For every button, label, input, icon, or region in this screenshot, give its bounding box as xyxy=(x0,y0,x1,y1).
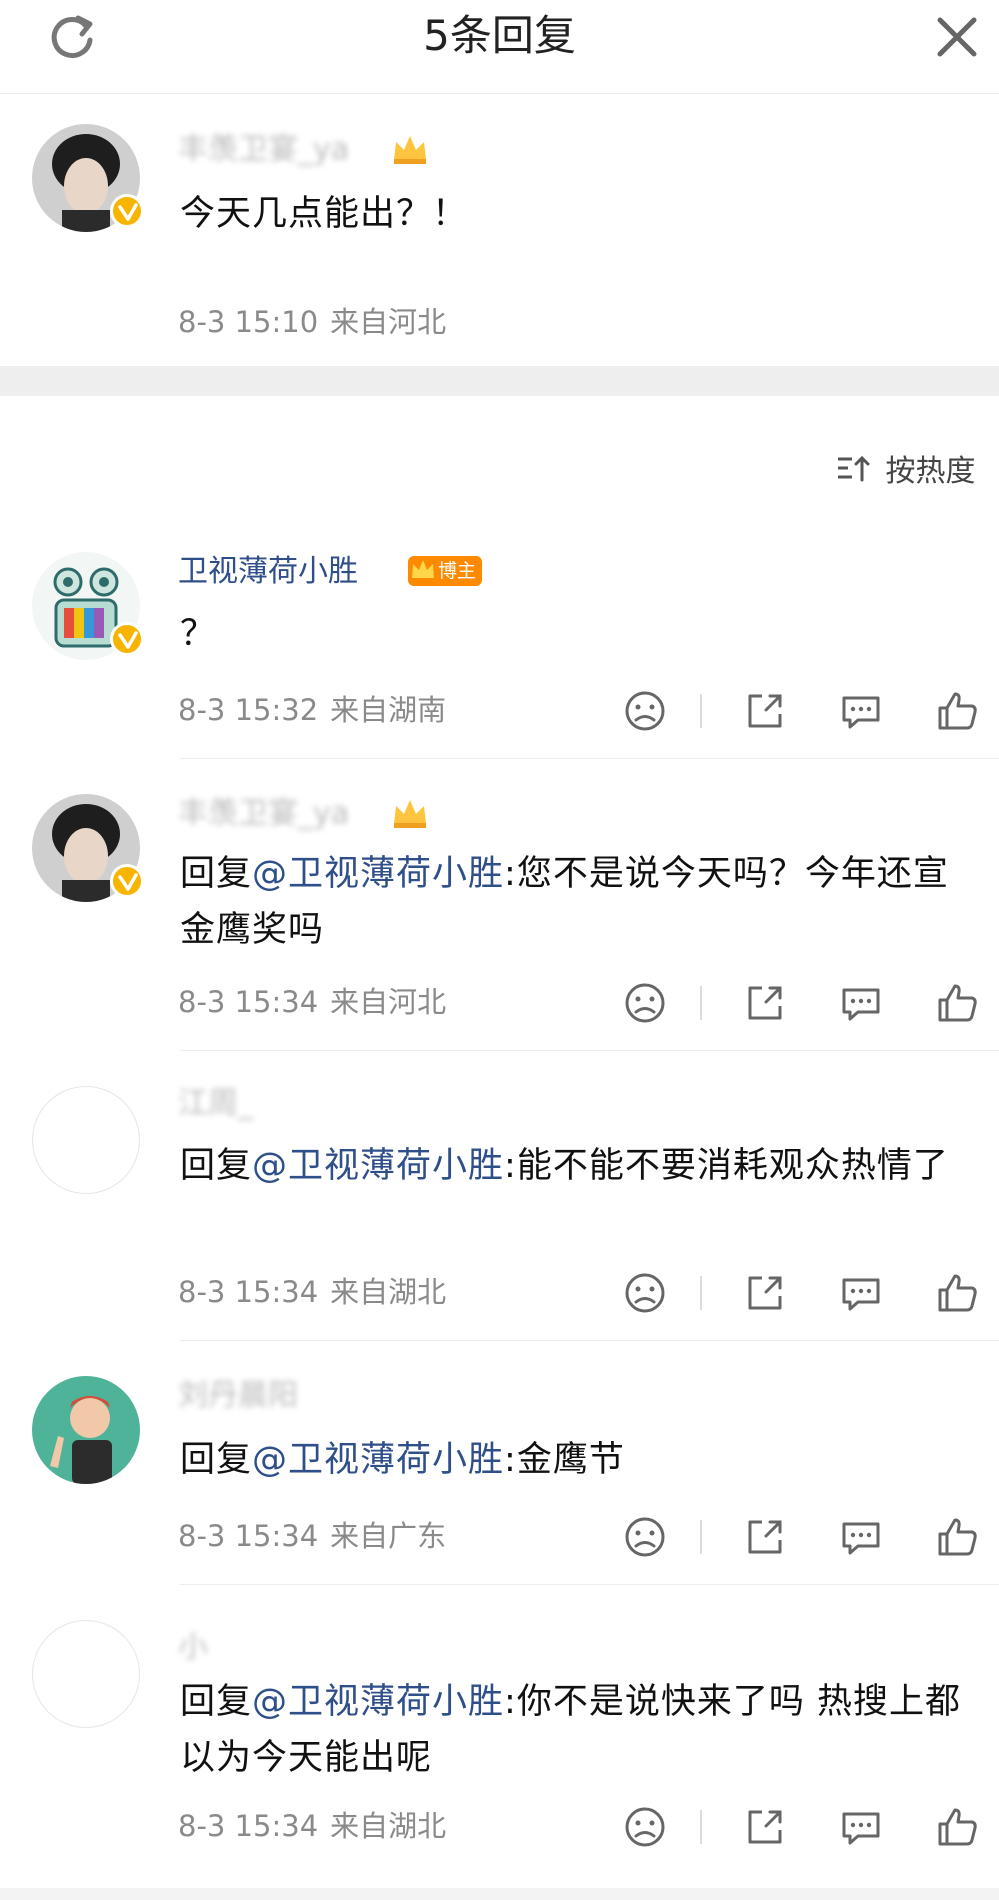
blogger-badge-label: 博主 xyxy=(438,560,477,582)
dislike-icon[interactable] xyxy=(620,978,670,1028)
reply-content: ？ xyxy=(180,606,970,662)
sort-by-heat-button[interactable]: 按热度 xyxy=(836,452,976,493)
reply-text: :金鹰节 xyxy=(504,1440,625,1480)
avatar[interactable] xyxy=(32,1620,140,1728)
blogger-badge: 博主 xyxy=(408,556,483,586)
mention-link[interactable]: @卫视薄荷小胜 xyxy=(252,1146,504,1186)
top-bar: 5条回复 xyxy=(0,0,999,94)
comment-location: 来自河北 xyxy=(330,305,447,339)
share-icon[interactable] xyxy=(740,978,790,1028)
avatar[interactable] xyxy=(32,1376,140,1484)
comment-icon[interactable] xyxy=(836,1268,886,1318)
close-icon[interactable] xyxy=(930,10,984,64)
reply-divider xyxy=(180,758,999,759)
sort-icon xyxy=(836,453,876,493)
mention-link[interactable]: @卫视薄荷小胜 xyxy=(252,854,504,894)
action-separator xyxy=(700,694,702,728)
reply-actions xyxy=(620,686,990,736)
avatar[interactable] xyxy=(32,1086,140,1194)
comment-time: 8-3 15:10 xyxy=(178,305,319,339)
reply-prefix: 回复 xyxy=(180,1146,253,1186)
comment-icon[interactable] xyxy=(836,1512,886,1562)
reply-meta: 8-3 15:34 来自湖北 xyxy=(178,1806,446,1846)
reply-meta: 8-3 15:34 来自广东 xyxy=(178,1516,446,1556)
page-title: 5条回复 xyxy=(423,11,576,60)
avatar[interactable] xyxy=(32,794,144,902)
comment-icon[interactable] xyxy=(836,1802,886,1852)
reply-time: 8-3 15:34 xyxy=(178,1809,319,1843)
reply-time: 8-3 15:34 xyxy=(178,1275,319,1309)
section-divider xyxy=(0,366,999,396)
avatar[interactable] xyxy=(32,124,144,232)
reply-content: 回复@卫视薄荷小胜:能不能不要消耗观众热情了 xyxy=(180,1138,970,1194)
reply-location: 来自湖北 xyxy=(330,1275,447,1309)
share-icon[interactable] xyxy=(740,1802,790,1852)
username[interactable]: 卫视薄荷小胜 xyxy=(178,552,358,592)
comment-text: 今天几点能出？！ xyxy=(180,194,469,234)
reply-meta: 8-3 15:34 来自湖北 xyxy=(178,1272,446,1312)
original-comment: 丰羡卫宴_ya 今天几点能出？！ 8-3 15:10 来自河北 xyxy=(0,94,999,366)
verified-icon xyxy=(110,622,144,656)
reply-meta: 8-3 15:32 来自湖南 xyxy=(178,690,446,730)
username[interactable]: 小 xyxy=(178,1628,208,1668)
action-separator xyxy=(700,1810,702,1844)
action-separator xyxy=(700,986,702,1020)
username[interactable]: 江周_ xyxy=(178,1084,253,1124)
username[interactable]: 丰羡卫宴_ya xyxy=(178,130,349,170)
bottom-edge xyxy=(0,1888,999,1900)
verified-icon xyxy=(110,864,144,898)
dislike-icon[interactable] xyxy=(620,686,670,736)
reply-divider xyxy=(180,1584,999,1585)
dislike-icon[interactable] xyxy=(620,1268,670,1318)
dislike-icon[interactable] xyxy=(620,1802,670,1852)
comment-icon[interactable] xyxy=(836,978,886,1028)
like-icon[interactable] xyxy=(932,686,982,736)
vip-crown-icon xyxy=(394,800,426,828)
reply-meta: 8-3 15:34 来自河北 xyxy=(178,982,446,1022)
action-separator xyxy=(700,1276,702,1310)
share-icon[interactable] xyxy=(740,686,790,736)
reply-actions xyxy=(620,1802,990,1852)
sort-label: 按热度 xyxy=(885,454,976,489)
reply-content: 回复@卫视薄荷小胜:金鹰节 xyxy=(180,1432,970,1488)
reply-actions xyxy=(620,1512,990,1562)
reply-divider xyxy=(180,1050,999,1051)
avatar[interactable] xyxy=(32,552,144,660)
reply-location: 来自广东 xyxy=(330,1519,447,1553)
reply-actions xyxy=(620,1268,990,1318)
reply-prefix: 回复 xyxy=(180,1682,253,1722)
crown-icon xyxy=(412,560,434,578)
reply-content: 回复@卫视薄荷小胜:您不是说今天吗？今年还宣金鹰奖吗 xyxy=(180,846,970,958)
reply-time: 8-3 15:34 xyxy=(178,985,319,1019)
like-icon[interactable] xyxy=(932,1802,982,1852)
comment-icon[interactable] xyxy=(836,686,886,736)
username[interactable]: 丰羡卫宴_ya xyxy=(178,794,349,834)
verified-icon xyxy=(110,194,144,228)
mention-link[interactable]: @卫视薄荷小胜 xyxy=(252,1682,504,1722)
reply-prefix: 回复 xyxy=(180,854,253,894)
reply-text: :能不能不要消耗观众热情了 xyxy=(504,1146,949,1186)
reply-divider xyxy=(180,1340,999,1341)
reply-text: ？ xyxy=(180,614,217,654)
like-icon[interactable] xyxy=(932,1268,982,1318)
reply-time: 8-3 15:34 xyxy=(178,1519,319,1553)
share-icon[interactable] xyxy=(740,1268,790,1318)
reply-prefix: 回复 xyxy=(180,1440,253,1480)
reply-actions xyxy=(620,978,990,1028)
comment-meta: 8-3 15:10 来自河北 xyxy=(178,302,446,342)
vip-crown-icon xyxy=(394,136,426,164)
reply-time: 8-3 15:32 xyxy=(178,693,319,727)
reply-content: 回复@卫视薄荷小胜:你不是说快来了吗 热搜上都以为今天能出呢 xyxy=(180,1674,970,1786)
like-icon[interactable] xyxy=(932,1512,982,1562)
username[interactable]: 刘丹晨阳 xyxy=(178,1376,298,1416)
reply-location: 来自湖北 xyxy=(330,1809,447,1843)
reply-location: 来自河北 xyxy=(330,985,447,1019)
comment-content: 今天几点能出？！ xyxy=(180,186,970,242)
dislike-icon[interactable] xyxy=(620,1512,670,1562)
like-icon[interactable] xyxy=(932,978,982,1028)
mention-link[interactable]: @卫视薄荷小胜 xyxy=(252,1440,504,1480)
action-separator xyxy=(700,1520,702,1554)
reply-location: 来自湖南 xyxy=(330,693,447,727)
share-icon[interactable] xyxy=(740,1512,790,1562)
